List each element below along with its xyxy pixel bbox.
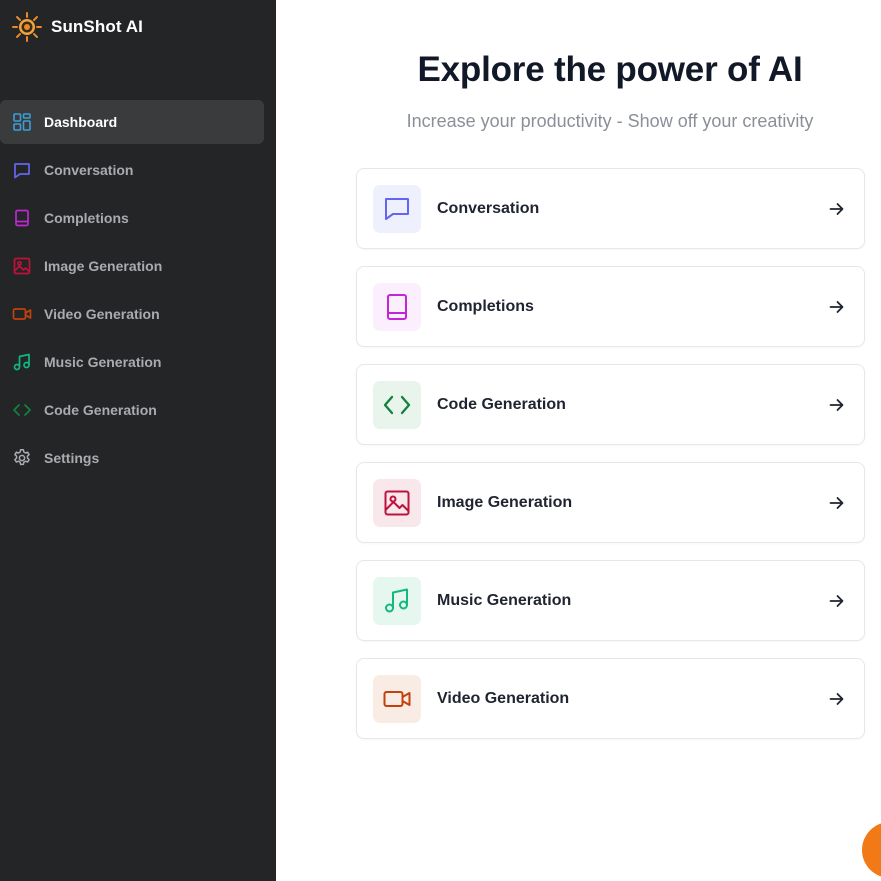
sidebar-item-video-generation[interactable]: Video Generation [0,292,264,336]
sidebar-item-settings[interactable]: Settings [0,436,264,480]
card-label: Code Generation [437,395,566,413]
sidebar-nav: Dashboard Conversation Completions Image… [0,100,276,484]
tool-card-image-generation[interactable]: Image Generation [356,462,865,543]
tool-card-conversation[interactable]: Conversation [356,168,865,249]
sidebar-item-label: Image Generation [44,258,163,274]
sidebar-item-completions[interactable]: Completions [0,196,264,240]
tool-card-list: Conversation Completions Code Generation [356,168,865,756]
card-label: Video Generation [437,689,570,707]
arrow-right-icon [829,203,844,215]
music-note-icon [12,352,32,372]
sidebar-item-label: Music Generation [44,354,162,370]
sidebar-item-label: Conversation [44,162,134,178]
app-name: SunShot AI [51,17,143,36]
chat-bubble-icon [12,160,32,180]
tool-card-music-generation[interactable]: Music Generation [356,560,865,641]
code-brackets-icon [12,400,32,420]
book-icon [12,208,32,228]
arrow-right-icon [829,595,844,607]
chat-bubble-icon [373,184,421,233]
sidebar-item-conversation[interactable]: Conversation [0,148,264,192]
tool-card-code-generation[interactable]: Code Generation [356,364,865,445]
gear-icon [12,448,32,468]
page-title: Explore the power of AI [417,50,803,89]
sidebar-item-label: Settings [44,450,100,466]
image-icon [373,478,421,527]
card-label: Conversation [437,199,540,217]
sidebar-item-label: Dashboard [44,114,118,130]
brand[interactable]: SunShot AI [12,12,143,42]
sidebar-item-music-generation[interactable]: Music Generation [0,340,264,384]
sidebar-item-image-generation[interactable]: Image Generation [0,244,264,288]
sidebar-item-label: Completions [44,210,129,226]
card-label: Music Generation [437,591,572,609]
sun-logo-icon [12,12,42,42]
dashboard-grid-icon [12,112,32,132]
arrow-right-icon [829,301,844,313]
tool-card-completions[interactable]: Completions [356,266,865,347]
card-label: Completions [437,297,534,315]
book-icon [373,282,421,331]
tool-card-video-generation[interactable]: Video Generation [356,658,865,739]
page-subtitle: Increase your productivity - Show off yo… [406,111,814,131]
sidebar-item-label: Code Generation [44,402,157,418]
image-icon [12,256,32,276]
sidebar: SunShot AI Dashboard Conversation Comple… [0,0,276,881]
video-camera-icon [12,304,32,324]
arrow-right-icon [829,497,844,509]
sidebar-item-label: Video Generation [44,306,160,322]
arrow-right-icon [829,693,844,705]
video-camera-icon [373,674,421,723]
music-note-icon [373,576,421,625]
arrow-right-icon [829,399,844,411]
sidebar-item-code-generation[interactable]: Code Generation [0,388,264,432]
main-content: Explore the power of AI Increase your pr… [276,0,881,881]
code-brackets-icon [373,380,421,429]
card-label: Image Generation [437,493,573,511]
sidebar-item-dashboard[interactable]: Dashboard [0,100,264,144]
